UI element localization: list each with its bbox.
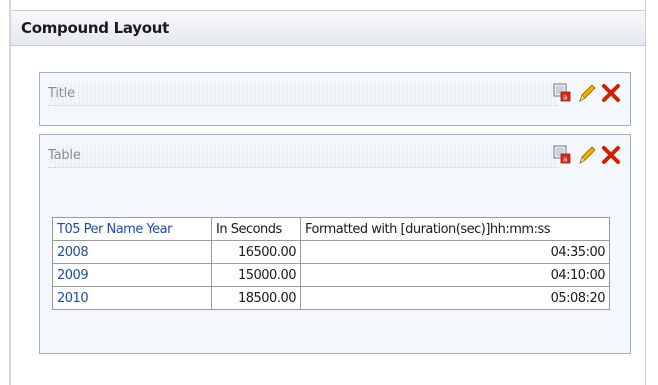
left-frame-strip: [0, 0, 10, 385]
title-view-toolbar: a: [552, 81, 622, 105]
table-view-label: Table: [48, 148, 81, 163]
seconds-cell: 15000.00: [211, 263, 301, 287]
panel-title: Compound Layout: [21, 19, 169, 37]
year-cell[interactable]: 2009: [52, 263, 212, 287]
seconds-cell: 16500.00: [211, 240, 301, 264]
year-cell[interactable]: 2008: [52, 240, 212, 264]
svg-text:a: a: [563, 94, 567, 102]
table-view: Table a T05 Per Name Year In Seconds For…: [39, 134, 631, 354]
table-view-toolbar: a: [552, 143, 622, 167]
title-view-label: Title: [48, 86, 75, 101]
pencil-icon[interactable]: [576, 82, 598, 104]
properties-icon[interactable]: a: [552, 82, 574, 104]
pencil-icon[interactable]: [576, 144, 598, 166]
table-row: 2010 18500.00 05:08:20: [52, 286, 610, 310]
formatted-cell: 05:08:20: [300, 286, 610, 310]
year-cell[interactable]: 2010: [52, 286, 212, 310]
delete-x-icon[interactable]: [600, 82, 622, 104]
formatted-cell: 04:35:00: [300, 240, 610, 264]
column-header-formatted: Formatted with [duration(sec)]hh:mm:ss: [300, 217, 610, 241]
table-row: 2009 15000.00 04:10:00: [52, 263, 610, 287]
column-header-seconds: In Seconds: [211, 217, 301, 241]
results-table: T05 Per Name Year In Seconds Formatted w…: [52, 217, 610, 310]
title-view-bar[interactable]: [48, 83, 558, 106]
compound-layout-panel: Compound Layout Title a Table a T05 Per …: [10, 0, 646, 385]
title-view: Title a: [39, 72, 631, 126]
table-row: 2008 16500.00 04:35:00: [52, 240, 610, 264]
delete-x-icon[interactable]: [600, 144, 622, 166]
table-view-bar[interactable]: [48, 145, 558, 168]
panel-header: Compound Layout: [11, 10, 645, 46]
seconds-cell: 18500.00: [211, 286, 301, 310]
table-header-row: T05 Per Name Year In Seconds Formatted w…: [52, 217, 610, 241]
column-header-year[interactable]: T05 Per Name Year: [52, 217, 212, 241]
formatted-cell: 04:10:00: [300, 263, 610, 287]
properties-icon[interactable]: a: [552, 144, 574, 166]
svg-text:a: a: [563, 156, 567, 164]
